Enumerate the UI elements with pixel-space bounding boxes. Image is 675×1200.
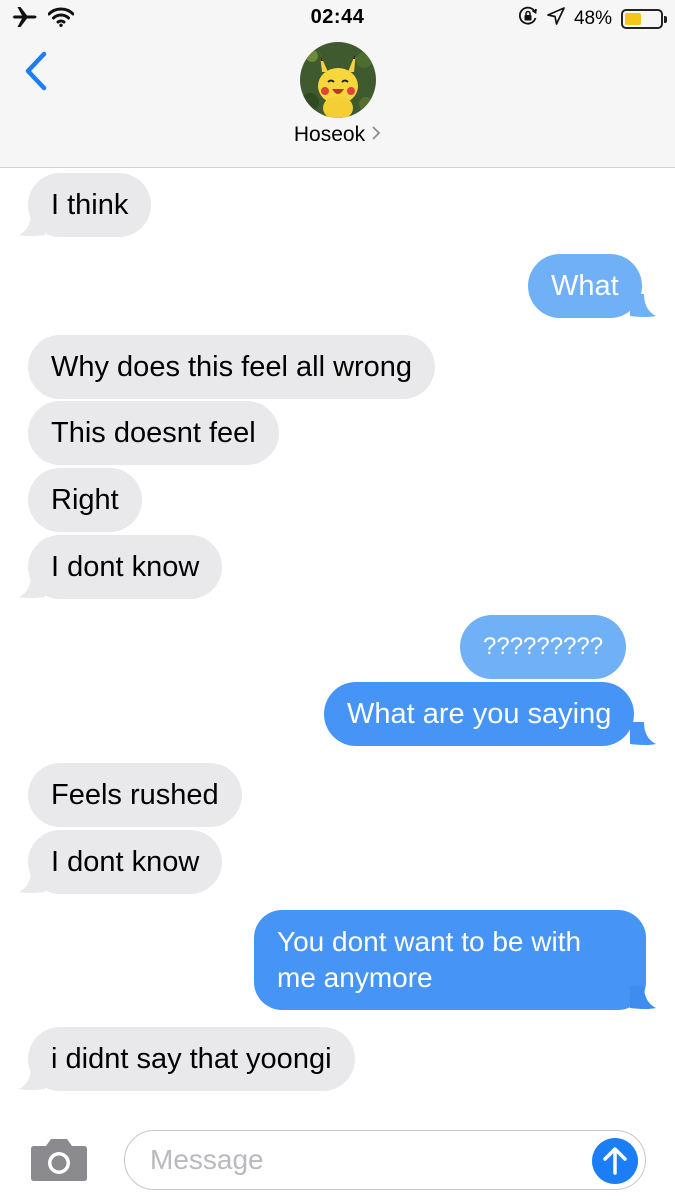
message-text: What [551, 269, 619, 302]
outgoing-message[interactable]: What [528, 254, 642, 318]
message-text: You dont want to be with me anymore [277, 926, 582, 993]
conversation-header: 02:44 48% Hoseok [0, 0, 675, 168]
location-arrow-icon [547, 7, 565, 30]
battery-percent: 48% [573, 7, 612, 29]
contact-name-button[interactable]: Hoseok [0, 123, 675, 147]
send-button[interactable] [592, 1138, 638, 1184]
incoming-message[interactable]: I dont know [28, 830, 223, 894]
outgoing-message[interactable]: ????????? [460, 615, 627, 679]
message-text: Right [51, 483, 119, 516]
arrow-up-icon [603, 1147, 627, 1175]
message-text: I think [51, 188, 129, 221]
message-text: This doesnt feel [51, 416, 256, 449]
message-text: i didnt say that yoongi [51, 1042, 332, 1075]
incoming-bubble-tail [19, 1067, 45, 1090]
message-text: ????????? [483, 633, 604, 660]
incoming-bubble-tail [19, 870, 45, 893]
outgoing-bubble-tail [630, 722, 656, 745]
back-button[interactable] [16, 48, 56, 98]
incoming-message[interactable]: I think [28, 173, 152, 237]
incoming-bubble-tail [19, 213, 45, 236]
outgoing-message[interactable]: You dont want to be with me anymore [254, 910, 646, 1010]
battery-icon [621, 8, 667, 29]
camera-icon [31, 1139, 87, 1181]
message-input[interactable]: Message [124, 1130, 646, 1190]
camera-button[interactable] [30, 1136, 88, 1182]
contact-name: Hoseok [293, 123, 366, 146]
message-text: What are you saying [347, 697, 612, 730]
outgoing-message[interactable]: What are you saying [324, 682, 635, 746]
message-text: Why does this feel all wrong [51, 350, 413, 383]
status-bar: 02:44 48% [0, 0, 675, 40]
pikachu-avatar [300, 42, 376, 118]
message-text: Feels rushed [51, 778, 219, 811]
incoming-message[interactable]: I dont know [28, 535, 223, 599]
outgoing-bubble-tail [630, 294, 656, 317]
battery-level [625, 12, 641, 25]
incoming-message[interactable]: Why does this feel all wrong [28, 335, 436, 399]
message-placeholder: Message [150, 1144, 264, 1175]
chevron-left-icon [24, 51, 48, 96]
message-text: I dont know [51, 550, 200, 583]
chevron-right-icon [371, 123, 381, 147]
incoming-message[interactable]: Right [28, 468, 142, 532]
status-right: 48% [518, 6, 667, 31]
contact-avatar[interactable] [300, 42, 376, 118]
message-text: I dont know [51, 845, 200, 878]
incoming-message[interactable]: This doesnt feel [28, 401, 279, 465]
incoming-message[interactable]: i didnt say that yoongi [28, 1027, 355, 1091]
orientation-lock-icon [518, 6, 538, 31]
outgoing-bubble-tail [630, 986, 656, 1009]
incoming-bubble-tail [19, 575, 45, 598]
incoming-message[interactable]: Feels rushed [28, 763, 242, 827]
